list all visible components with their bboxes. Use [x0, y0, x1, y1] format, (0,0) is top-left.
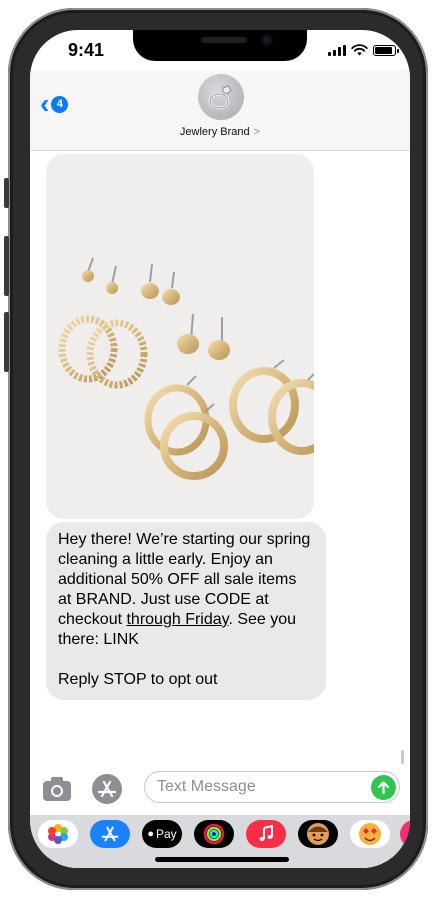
- memoji-face-icon: [307, 823, 329, 845]
- message-input[interactable]: [157, 778, 357, 796]
- music-note-icon: [259, 825, 273, 841]
- battery-icon: [373, 45, 399, 56]
- app-store-button[interactable]: [92, 774, 122, 804]
- status-icons: [328, 44, 399, 56]
- earrings-photo[interactable]: [46, 154, 314, 519]
- send-arrow-icon: [377, 781, 390, 795]
- app-store-icon: [97, 780, 117, 798]
- camera-icon: [43, 777, 71, 801]
- apple-logo-icon: ●: [147, 828, 154, 840]
- contact-name-text: Jewlery Brand: [179, 126, 250, 138]
- volume-down-button: [4, 312, 9, 372]
- digital-touch-app-icon[interactable]: [400, 820, 410, 848]
- scroll-indicator[interactable]: [401, 750, 404, 764]
- message-body: Hey there! We’re starting our spring cle…: [58, 530, 314, 650]
- phone-screen: 9:41 ‹ 4 Jewlery Brand > Hey there! We’r…: [30, 30, 410, 868]
- send-button[interactable]: [371, 775, 396, 800]
- cellular-signal-icon: [328, 45, 346, 56]
- camera-button[interactable]: [42, 776, 72, 802]
- photos-app-icon[interactable]: [38, 820, 78, 848]
- ring-icon: [208, 85, 232, 110]
- apple-pay-app-icon[interactable]: ● Pay: [142, 820, 182, 848]
- home-indicator[interactable]: [155, 857, 289, 862]
- unread-badge: 4: [51, 95, 69, 113]
- memoji-app-icon[interactable]: [298, 820, 338, 848]
- apple-pay-label: Pay: [155, 827, 177, 841]
- speaker-grille: [201, 37, 247, 43]
- front-camera: [261, 34, 273, 46]
- animoji-app-icon[interactable]: [350, 820, 390, 848]
- contact-name[interactable]: Jewlery Brand >: [30, 126, 410, 138]
- earrings-illustration: [46, 154, 314, 519]
- app-store-app-icon[interactable]: [90, 820, 130, 848]
- activity-app-icon[interactable]: [194, 820, 234, 848]
- contact-avatar[interactable]: [198, 74, 244, 120]
- activity-rings-icon: [203, 823, 225, 845]
- composer-row: [30, 768, 410, 812]
- conversation-header: ‹ 4 Jewlery Brand >: [30, 70, 410, 151]
- message-bubble[interactable]: Hey there! We’re starting our spring cle…: [46, 522, 326, 700]
- app-store-glyph-icon: [101, 826, 119, 842]
- message-date-link[interactable]: through Friday: [126, 611, 228, 628]
- wifi-icon: [351, 44, 368, 56]
- contact-chevron-icon: >: [253, 126, 261, 138]
- photos-flower-icon: [48, 824, 68, 844]
- notch: [133, 30, 307, 61]
- opt-out-text: Reply STOP to opt out: [58, 671, 218, 688]
- heart-eyes-emoji-icon: [359, 823, 381, 845]
- status-time: 9:41: [68, 40, 105, 60]
- back-button[interactable]: ‹ 4: [40, 88, 69, 119]
- message-text-field[interactable]: [144, 771, 400, 803]
- volume-up-button: [4, 236, 9, 296]
- back-chevron-icon: ‹: [40, 88, 50, 119]
- silent-switch: [4, 178, 9, 208]
- music-app-icon[interactable]: [246, 820, 286, 848]
